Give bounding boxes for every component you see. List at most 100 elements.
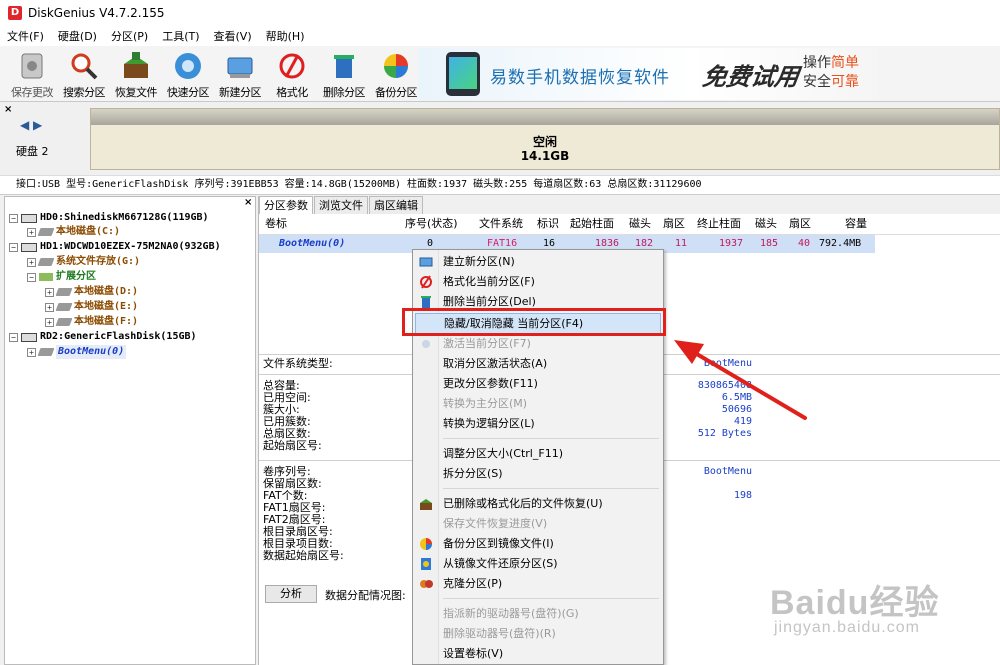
menu-disk[interactable]: 硬盘(D) bbox=[51, 28, 104, 44]
fs-info-labels-2: 卷序列号: 保留扇区数: FAT个数: FAT1扇区号: FAT2扇区号: 根目… bbox=[263, 465, 344, 562]
cell-volume: BootMenu(0) bbox=[279, 238, 346, 249]
close-icon[interactable]: × bbox=[4, 104, 12, 115]
col-end-sector[interactable]: 扇区 bbox=[789, 215, 811, 233]
expand-icon: + bbox=[27, 347, 36, 357]
recover-files-button[interactable]: 恢复文件 bbox=[110, 50, 162, 100]
tool-label: 删除分区 bbox=[323, 86, 366, 99]
cell-end-cyl: 1937 bbox=[719, 238, 744, 249]
col-id[interactable]: 标识 bbox=[537, 215, 559, 233]
tree-node-hd1[interactable]: − HD1:WDCWD10EZEX-75M2NA0(932GB) bbox=[9, 240, 221, 254]
tab-sector-edit[interactable]: 扇区编辑 bbox=[369, 196, 423, 214]
menu-tools[interactable]: 工具(T) bbox=[155, 28, 206, 44]
fs-info-labels-1: 总容量: 已用空间: 簇大小: 已用簇数: 总扇区数: 起始扇区号: bbox=[263, 379, 322, 452]
menu-item-backup-image[interactable]: 备份分区到镜像文件(I) bbox=[415, 534, 661, 554]
search-icon bbox=[68, 50, 100, 82]
ad-banner[interactable]: 易数手机数据恢复软件 免费试用 操作简单 安全可靠 bbox=[418, 48, 878, 100]
app-icon: D bbox=[8, 6, 22, 20]
menu-separator bbox=[443, 488, 659, 489]
tree-node-bootmenu[interactable]: + BootMenu(0) bbox=[27, 345, 127, 359]
menu-item-format[interactable]: 格式化当前分区(F) bbox=[415, 272, 661, 292]
disk-free-label: 空闲 14.1GB bbox=[520, 135, 570, 163]
col-start-head[interactable]: 磁头 bbox=[629, 215, 651, 233]
menu-item-remove-letter[interactable]: 删除驱动器号(盘符)(R) bbox=[415, 624, 661, 644]
tree-node-f[interactable]: + 本地磁盘(F:) bbox=[45, 315, 138, 329]
disk-nav-arrows[interactable]: ◀ ▶ bbox=[20, 118, 42, 132]
menu-help[interactable]: 帮助(H) bbox=[259, 28, 312, 44]
tool-label: 新建分区 bbox=[219, 86, 262, 99]
save-changes-button[interactable]: 保存更改 bbox=[6, 50, 58, 100]
menu-item-to-primary[interactable]: 转换为主分区(M) bbox=[415, 394, 661, 414]
disk-graphic-cap bbox=[91, 109, 999, 125]
phone-icon bbox=[446, 52, 480, 96]
collapse-icon: − bbox=[9, 213, 18, 223]
col-start-sector[interactable]: 扇区 bbox=[663, 215, 685, 233]
watermark: Baidu经验 jingyan.baidu.com bbox=[770, 584, 940, 636]
menu-item-file-recovery[interactable]: 已删除或格式化后的文件恢复(U) bbox=[415, 494, 661, 514]
menu-item-to-logical[interactable]: 转换为逻辑分区(L) bbox=[415, 414, 661, 434]
new-partition-icon bbox=[224, 50, 256, 82]
annotation-highlight-box bbox=[402, 308, 666, 336]
menu-item-resize[interactable]: 调整分区大小(Ctrl_F11) bbox=[415, 444, 661, 464]
menu-item-clone[interactable]: 克隆分区(P) bbox=[415, 574, 661, 594]
col-volume[interactable]: 卷标 bbox=[265, 215, 287, 233]
col-start-cyl[interactable]: 起始柱面 bbox=[570, 215, 614, 233]
new-partition-button[interactable]: 新建分区 bbox=[214, 50, 266, 100]
tool-label: 恢复文件 bbox=[115, 86, 158, 99]
partition-icon bbox=[37, 258, 55, 266]
col-index[interactable]: 序号(状态) bbox=[405, 215, 458, 233]
tree-node-g[interactable]: + 系统文件存放(G:) bbox=[27, 255, 140, 269]
disk-info-bar: 接口:USB 型号:GenericFlashDisk 序列号:391EBB53 … bbox=[0, 175, 1000, 195]
tool-label: 备份分区 bbox=[375, 86, 418, 99]
delete-partition-button[interactable]: 删除分区 bbox=[318, 50, 370, 100]
ad-free-trial: 免费试用 bbox=[700, 63, 801, 91]
menu-item-save-recovery-progress[interactable]: 保存文件恢复进度(V) bbox=[415, 514, 661, 534]
menu-item-activate[interactable]: 激活当前分区(F7) bbox=[415, 334, 661, 354]
disk-free-space[interactable]: 空闲 14.1GB bbox=[90, 108, 1000, 170]
col-end-head[interactable]: 磁头 bbox=[755, 215, 777, 233]
menu-item-change-params[interactable]: 更改分区参数(F11) bbox=[415, 374, 661, 394]
expand-icon: + bbox=[27, 257, 36, 267]
quick-partition-button[interactable]: 快速分区 bbox=[162, 50, 214, 100]
menu-partition[interactable]: 分区(P) bbox=[104, 28, 155, 44]
col-capacity[interactable]: 容量 bbox=[845, 215, 867, 233]
menu-item-set-label[interactable]: 设置卷标(V) bbox=[415, 644, 661, 664]
tree-node-extended[interactable]: − 扩展分区 bbox=[27, 270, 96, 284]
menu-separator bbox=[443, 438, 659, 439]
tab-partition-params[interactable]: 分区参数 bbox=[259, 196, 313, 214]
format-button[interactable]: 格式化 bbox=[266, 50, 318, 100]
search-partition-button[interactable]: 搜索分区 bbox=[58, 50, 110, 100]
close-icon[interactable]: × bbox=[244, 197, 252, 208]
col-filesystem[interactable]: 文件系统 bbox=[479, 215, 523, 233]
tree-node-e[interactable]: + 本地磁盘(E:) bbox=[45, 300, 138, 314]
tree-node-d[interactable]: + 本地磁盘(D:) bbox=[45, 285, 138, 299]
menu-item-split[interactable]: 拆分分区(S) bbox=[415, 464, 661, 484]
annotation-arrow bbox=[674, 340, 807, 420]
save-icon bbox=[16, 50, 48, 82]
menu-view[interactable]: 查看(V) bbox=[207, 28, 259, 44]
menu-bar: 文件(F) 硬盘(D) 分区(P) 工具(T) 查看(V) 帮助(H) bbox=[0, 26, 1000, 46]
format-icon bbox=[276, 50, 308, 82]
tree-node-rd2[interactable]: − RD2:GenericFlashDisk(15GB) bbox=[9, 330, 197, 344]
menu-item-assign-letter[interactable]: 指派新的驱动器号(盘符)(G) bbox=[415, 604, 661, 624]
tree-node-c[interactable]: + 本地磁盘(C:) bbox=[27, 225, 120, 239]
menu-item-new-partition[interactable]: 建立新分区(N) bbox=[415, 252, 661, 272]
analyze-button[interactable]: 分析 bbox=[265, 585, 317, 603]
title-bar: D DiskGenius V4.7.2.155 bbox=[0, 0, 1000, 26]
partition-icon bbox=[37, 228, 55, 236]
backup-icon bbox=[419, 537, 433, 551]
quick-partition-icon bbox=[172, 50, 204, 82]
expand-icon: + bbox=[27, 227, 36, 237]
tool-label: 格式化 bbox=[276, 86, 308, 99]
tree-node-hd0[interactable]: − HD0:ShinediskM667128G(119GB) bbox=[9, 211, 209, 225]
cell-end-head: 185 bbox=[760, 238, 779, 249]
menu-item-deactivate[interactable]: 取消分区激活状态(A) bbox=[415, 354, 661, 374]
collapse-icon: − bbox=[27, 272, 36, 282]
menu-item-restore-image[interactable]: 从镜像文件还原分区(S) bbox=[415, 554, 661, 574]
col-end-cyl[interactable]: 终止柱面 bbox=[697, 215, 741, 233]
backup-partition-button[interactable]: 备份分区 bbox=[370, 50, 422, 100]
menu-file[interactable]: 文件(F) bbox=[0, 28, 51, 44]
backup-icon bbox=[380, 50, 412, 82]
tab-browse-files[interactable]: 浏览文件 bbox=[314, 196, 368, 214]
cell-end-sector: 40 bbox=[798, 238, 811, 249]
cell-start-sector: 11 bbox=[675, 238, 688, 249]
